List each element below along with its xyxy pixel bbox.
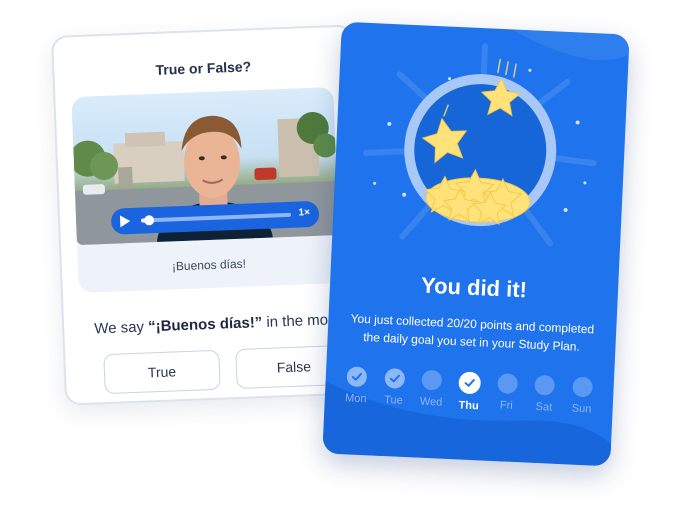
playback-speed-button[interactable]: 1× [298,207,310,218]
video-frame[interactable]: 1× [71,87,339,246]
check-icon [351,372,362,381]
video-panel: 1× ¡Buenos días! [71,87,341,294]
day-fri: Fri [488,373,524,428]
play-icon[interactable] [119,215,131,228]
day-label: Fri [499,399,513,412]
quiz-title: True or False? [155,58,252,78]
day-status-dot [384,367,405,389]
day-wed: Wed [413,369,449,424]
day-sat: Sat [526,374,562,430]
day-tue: Tue [375,367,411,423]
day-mon: Mon [338,366,374,421]
video-progress-knob[interactable] [143,215,154,226]
day-thu: Thu [451,371,487,426]
day-label: Sun [571,402,592,416]
day-status-dot [534,374,556,396]
day-status-dot [346,366,368,388]
true-button[interactable]: True [103,349,221,395]
video-caption: ¡Buenos días! [171,256,247,274]
day-label: Thu [458,399,479,413]
video-progress-bar[interactable] [141,212,292,226]
quiz-card: True or False? 1× ¡Buenos días! We say “… [51,24,367,406]
day-label: Sat [535,400,553,414]
day-label: Wed [419,395,443,409]
day-status-dot [496,373,518,395]
day-status-dot [421,369,443,391]
statement-prefix: We say [93,318,149,338]
check-icon [389,374,400,383]
quiz-statement: We say “¡Buenos días!” in the mornin [94,311,353,338]
statement-phrase: “¡Buenos días!” [147,314,263,336]
check-icon [464,379,475,387]
day-sun: Sun [564,376,600,431]
success-illustration [363,43,597,247]
goal-complete-card: You did it! You just collected 20/20 poi… [322,21,630,467]
day-label: Tue [383,394,404,407]
day-label: Mon [344,392,367,406]
day-status-dot [572,376,594,398]
day-status-dot [458,371,482,395]
